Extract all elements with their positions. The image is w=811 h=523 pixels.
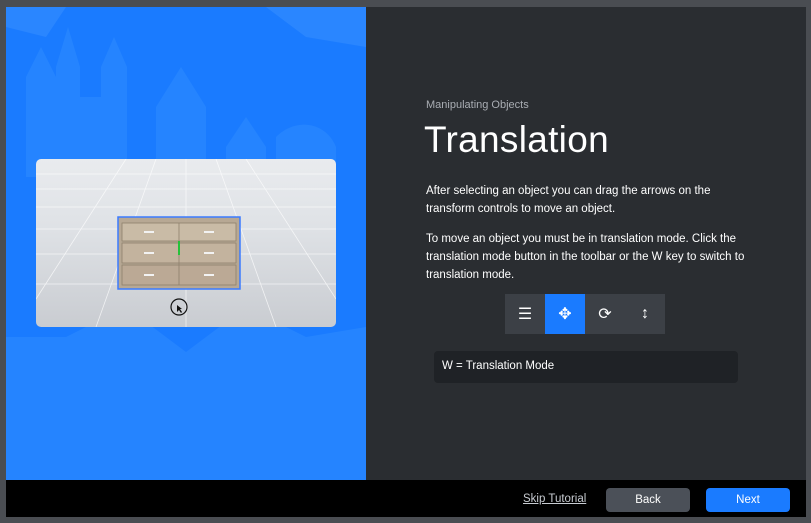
rotate-icon: ⟳ [598, 306, 612, 323]
next-button[interactable]: Next [706, 488, 790, 512]
translation-mode-button[interactable]: ✥ [545, 294, 585, 334]
instruction-paragraph-2: To move an object you must be in transla… [426, 233, 745, 281]
transform-toolbar: ☰ ✥ ⟳ ↕ [505, 294, 665, 334]
dresser-scene-illustration [36, 159, 336, 327]
rotation-mode-button[interactable]: ⟳ [585, 294, 625, 334]
content-panel: Manipulating Objects Translation After s… [366, 7, 806, 480]
menu-button[interactable]: ☰ [505, 294, 545, 334]
furniture-preview [36, 159, 336, 327]
scale-mode-button[interactable]: ↕ [625, 294, 665, 334]
move-icon: ✥ [558, 306, 572, 323]
scale-icon: ↕ [641, 305, 649, 322]
section-label: Manipulating Objects [426, 99, 529, 111]
skip-tutorial-link[interactable]: Skip Tutorial [523, 493, 586, 505]
back-button[interactable]: Back [606, 488, 690, 512]
instruction-paragraph-1: After selecting an object you can drag t… [426, 185, 711, 215]
dialog-footer: Skip Tutorial Back Next [6, 480, 806, 517]
key-hint-box: W = Translation Mode [434, 351, 738, 383]
tutorial-dialog: Manipulating Objects Translation After s… [6, 7, 806, 517]
page-title: Translation [424, 119, 609, 160]
menu-icon: ☰ [517, 306, 533, 323]
illustration-panel [6, 7, 366, 480]
key-hint-text: W = Translation Mode [442, 360, 555, 372]
